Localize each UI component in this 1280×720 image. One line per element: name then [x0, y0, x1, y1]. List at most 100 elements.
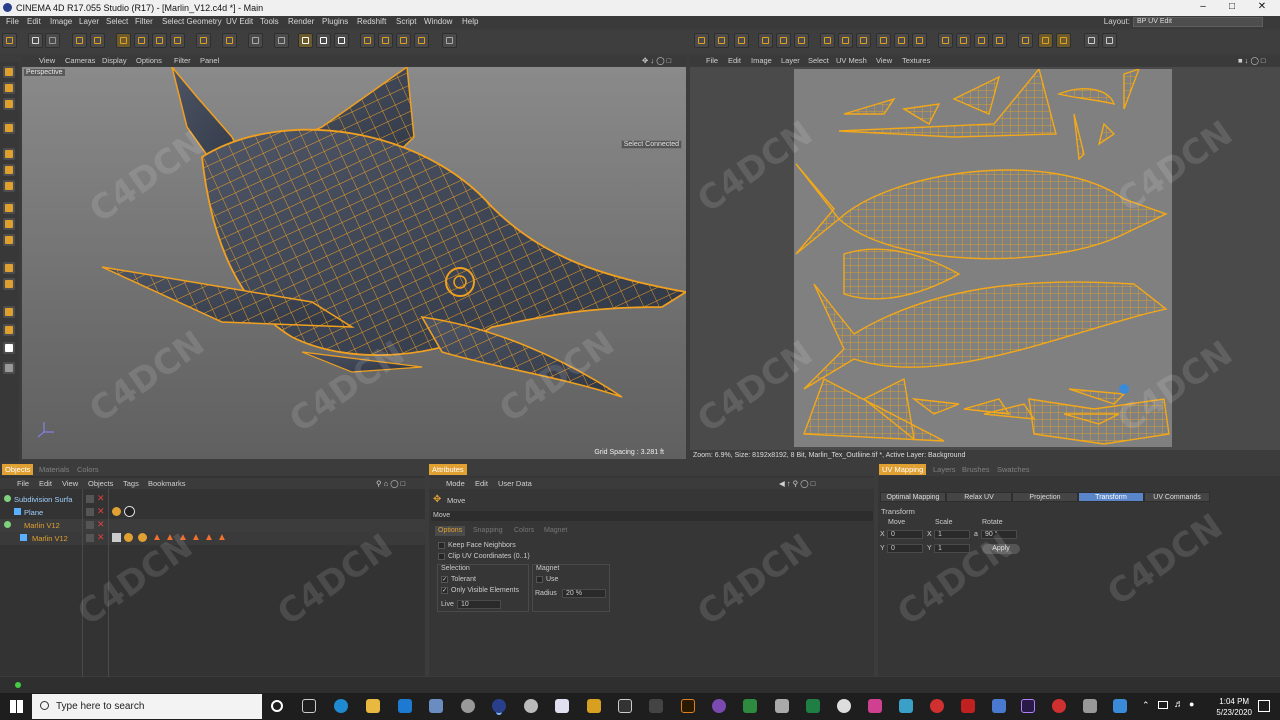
- material-tag-icon[interactable]: [124, 533, 133, 542]
- objects-menu-file[interactable]: File: [17, 479, 29, 488]
- selection-tag-icon[interactable]: ▲: [204, 532, 214, 543]
- selection-tag-icon[interactable]: ▲: [178, 532, 188, 543]
- edges-mode-icon[interactable]: [316, 33, 331, 48]
- taskbar-clock[interactable]: 1:04 PM 5/23/2020: [1216, 696, 1252, 718]
- nurbs-icon[interactable]: [378, 33, 393, 48]
- visibility-icon[interactable]: [86, 495, 94, 503]
- points-mode-icon[interactable]: [298, 33, 313, 48]
- uv-align-top-icon[interactable]: [974, 33, 989, 48]
- brush-icon[interactable]: [3, 148, 15, 160]
- uv-fit-icon[interactable]: [876, 33, 891, 48]
- app-icon[interactable]: [743, 699, 757, 713]
- uv-mirror-icon[interactable]: [856, 33, 871, 48]
- uv-align-bottom-icon[interactable]: [992, 33, 1007, 48]
- menu-select-geometry[interactable]: Select Geometry: [162, 17, 222, 26]
- material-tag-icon[interactable]: [112, 507, 121, 516]
- move-y-input[interactable]: 0: [887, 544, 923, 553]
- uv-paint-icon[interactable]: [794, 33, 809, 48]
- uv-flip-v-icon[interactable]: [838, 33, 853, 48]
- rotate-input[interactable]: 90 °: [981, 530, 1017, 539]
- uv-scale-icon[interactable]: [734, 33, 749, 48]
- snap-icon[interactable]: [442, 33, 457, 48]
- object-row[interactable]: Marlin V12 ✕ ▲ ▲ ▲ ▲ ▲ ▲: [0, 532, 425, 545]
- app-icon[interactable]: [837, 699, 851, 713]
- optimal-mapping-button[interactable]: Optimal Mapping: [880, 492, 946, 502]
- notifications-icon[interactable]: [1258, 700, 1270, 712]
- uv-polygon-mode-icon[interactable]: [3, 122, 15, 134]
- maximize-icon[interactable]: □: [1222, 1, 1242, 12]
- disabled-x-icon[interactable]: ✕: [97, 506, 105, 517]
- deformer-icon[interactable]: [396, 33, 411, 48]
- visibility-icon[interactable]: [86, 521, 94, 529]
- uv-menu-uv-mesh[interactable]: UV Mesh: [836, 56, 867, 65]
- uv-flip-h-icon[interactable]: [820, 33, 835, 48]
- menu-tools[interactable]: Tools: [260, 17, 279, 26]
- magnet-use-checkbox[interactable]: [536, 576, 543, 583]
- viewport-menu-view[interactable]: View: [39, 56, 55, 65]
- menu-plugins[interactable]: Plugins: [322, 17, 348, 26]
- objects-menu-view[interactable]: View: [62, 479, 78, 488]
- selection-tag-icon[interactable]: ▲: [165, 532, 175, 543]
- scale-x-input[interactable]: 1: [934, 530, 970, 539]
- close-icon[interactable]: ✕: [1252, 1, 1272, 12]
- minimize-icon[interactable]: –: [1193, 1, 1213, 12]
- uv-view-icon[interactable]: [1084, 33, 1099, 48]
- object-row[interactable]: Subdivision Surfa ✕: [0, 493, 425, 506]
- uv-menu-file[interactable]: File: [706, 56, 718, 65]
- menu-file[interactable]: File: [6, 17, 19, 26]
- menu-image[interactable]: Image: [50, 17, 72, 26]
- attr-menu-user-data[interactable]: User Data: [498, 479, 532, 488]
- store-icon[interactable]: [429, 699, 443, 713]
- projection-button[interactable]: Projection: [1012, 492, 1078, 502]
- menu-uv-edit[interactable]: UV Edit: [226, 17, 253, 26]
- uv-move-icon[interactable]: [714, 33, 729, 48]
- viewport-nav-icons[interactable]: ✥ ↓ ◯ □: [642, 56, 671, 65]
- subtab-colors[interactable]: Colors: [511, 526, 537, 536]
- disabled-x-icon[interactable]: ✕: [97, 493, 105, 504]
- uv-menu-textures[interactable]: Textures: [902, 56, 930, 65]
- phong-tag-icon[interactable]: [112, 533, 121, 542]
- layout-select[interactable]: BP UV Edit: [1133, 17, 1263, 27]
- viewport-menu-panel[interactable]: Panel: [200, 56, 219, 65]
- move-x-input[interactable]: 0: [887, 530, 923, 539]
- subtab-magnet[interactable]: Magnet: [541, 526, 570, 536]
- app-icon[interactable]: [992, 699, 1006, 713]
- make-editable-icon[interactable]: [3, 66, 15, 78]
- tab-colors[interactable]: Colors: [74, 464, 102, 475]
- app-icon[interactable]: [587, 699, 601, 713]
- uv-grid-icon[interactable]: [758, 33, 773, 48]
- tab-attributes[interactable]: Attributes: [429, 464, 467, 475]
- keep-face-neighbors-checkbox[interactable]: [438, 542, 445, 549]
- objects-menu-objects[interactable]: Objects: [88, 479, 113, 488]
- objects-menu-tags[interactable]: Tags: [123, 479, 139, 488]
- uv-menu-layer[interactable]: Layer: [781, 56, 800, 65]
- visibility-icon[interactable]: [86, 508, 94, 516]
- app-icon[interactable]: [899, 699, 913, 713]
- move-tool-icon[interactable]: [116, 33, 131, 48]
- scale-tool-icon[interactable]: [134, 33, 149, 48]
- object-row[interactable]: Marlin V12 ✕: [0, 519, 425, 532]
- selection-tag-icon[interactable]: ▲: [217, 532, 227, 543]
- app-icon[interactable]: [649, 699, 663, 713]
- menu-filter[interactable]: Filter: [135, 17, 153, 26]
- uv-points-mode-icon[interactable]: [1018, 33, 1033, 48]
- subtab-options[interactable]: Options: [435, 526, 466, 536]
- scale-y-input[interactable]: 1: [934, 544, 970, 553]
- app-v-icon[interactable]: [618, 699, 632, 713]
- uv-snap-icon[interactable]: [912, 33, 927, 48]
- selection-tag-icon[interactable]: ▲: [191, 532, 201, 543]
- magic-wand-icon[interactable]: [3, 324, 15, 336]
- uv-settings-icon[interactable]: [1102, 33, 1117, 48]
- recent-tools-icon[interactable]: [170, 33, 185, 48]
- eraser-icon[interactable]: [3, 180, 15, 192]
- uv-texture-view[interactable]: C4DCN C4DCN C4DCN C4DCN: [690, 67, 1280, 450]
- app-fs-icon[interactable]: [681, 699, 695, 713]
- cursor-icon[interactable]: [2, 33, 17, 48]
- attr-menu-edit[interactable]: Edit: [475, 479, 488, 488]
- render-region-icon[interactable]: [274, 33, 289, 48]
- clip-uv-checkbox[interactable]: [438, 553, 445, 560]
- app-icon[interactable]: [1083, 699, 1097, 713]
- attr-nav-icons[interactable]: ◀ ↑ ⚲ ◯ □: [779, 479, 815, 488]
- uv-align-left-icon[interactable]: [938, 33, 953, 48]
- perspective-viewport[interactable]: Perspective Select Connected Grid Spacin…: [22, 67, 686, 459]
